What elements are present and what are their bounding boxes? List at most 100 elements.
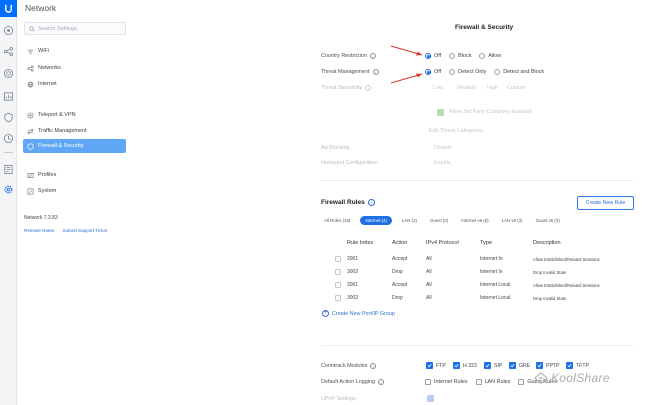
sidebar-item-system[interactable]: System [23, 184, 126, 198]
footer-links: Release Notes Submit Support Ticket [24, 228, 114, 233]
topology-icon[interactable] [3, 46, 14, 57]
table-row[interactable]: 2001 Accept All Internet Local Allow Est… [331, 279, 633, 292]
info-icon[interactable]: i [369, 53, 376, 59]
sidebar-item-label: Traffic Management [38, 128, 87, 134]
sidebar-item-wifi[interactable]: WiFi [23, 44, 126, 58]
create-port-group-link[interactable]: + Create New Port/IP Group [322, 310, 395, 317]
sidebar-item-firewall-security[interactable]: Firewall & Security [23, 139, 126, 153]
tab-lan-v6[interactable]: LAN v6 (3) [499, 216, 526, 225]
support-ticket-link[interactable]: Submit Support Ticket [62, 228, 107, 233]
rule-description: Drop Invalid State [533, 295, 567, 301]
statistics-icon[interactable] [3, 91, 14, 102]
rail-divider [4, 152, 13, 153]
tab-guest-v6[interactable]: Guest v6 (3) [533, 216, 563, 225]
module-pptp-checkbox[interactable]: PPTP [536, 362, 560, 369]
rules-tabs: All Rules (18) Internet (4) LAN (2) Gues… [321, 216, 570, 225]
rule-description: Allow Established/Related Sessions [533, 282, 600, 288]
dashboard-icon[interactable] [3, 25, 14, 36]
module-gre-checkbox[interactable]: GRE [509, 362, 530, 369]
module-tftp-checkbox[interactable]: TFTP [566, 362, 589, 369]
sensitivity-option: Custom [507, 85, 526, 91]
alerts-icon[interactable] [3, 164, 14, 175]
ubiquiti-logo-icon[interactable] [0, 0, 17, 17]
column-header-rule-index[interactable]: Rule Index [347, 240, 373, 246]
tab-internet[interactable]: Internet (4) [360, 216, 392, 225]
rule-description: Allow Established/Related Sessions [533, 256, 600, 262]
shield-icon [27, 142, 34, 150]
row-checkbox[interactable] [335, 256, 341, 262]
annotation-arrow [390, 73, 423, 84]
rule-action: Drop [392, 295, 403, 301]
settings-gear-icon[interactable] [3, 184, 14, 195]
sidebar-item-label: System [38, 188, 57, 194]
radio-allow[interactable]: Allow [479, 53, 501, 59]
rule-protocol: All [426, 295, 432, 301]
sidebar-item-internet[interactable]: Internet [23, 77, 126, 91]
threat-sensitivity-label: Threat Sensitivity i [321, 85, 372, 91]
section-divider [321, 180, 633, 181]
clients-icon[interactable] [3, 68, 14, 79]
sidebar-item-networks[interactable]: Networks [23, 61, 126, 75]
row-checkbox[interactable] [335, 282, 341, 288]
top-bar: Network [17, 0, 660, 17]
module-sip-checkbox[interactable]: SIP [484, 362, 502, 369]
country-restriction-radios: Off Block Allow [425, 53, 509, 59]
logging-internet-rules[interactable]: Internet Rules [425, 379, 468, 385]
dim-setting-label: Ad Blocking [321, 145, 350, 151]
traffic-icon [27, 128, 34, 135]
logging-lan-rules[interactable]: LAN Rules [475, 379, 510, 385]
column-header-protocol[interactable]: IPv4 Protocol [426, 240, 459, 246]
security-icon[interactable] [3, 112, 14, 123]
app-rail [0, 0, 17, 405]
radio-detect-and-block[interactable]: Detect and Block [494, 69, 544, 75]
sidebar-item-label: Profiles [38, 172, 57, 178]
profile-icon [27, 172, 34, 179]
sidebar-item-traffic-management[interactable]: Traffic Management [23, 124, 126, 138]
search-box[interactable] [24, 22, 126, 35]
rule-description: Drop Invalid State [533, 269, 567, 275]
tab-all-rules[interactable]: All Rules (18) [321, 216, 353, 225]
rule-index: 2001 [347, 282, 359, 288]
traffic-icon[interactable] [3, 133, 14, 144]
info-icon[interactable]: i [377, 379, 384, 385]
row-checkbox[interactable] [335, 295, 341, 301]
rule-protocol: All [426, 269, 432, 275]
tab-guest[interactable]: Guest (0) [427, 216, 451, 225]
section-divider [321, 345, 633, 346]
table-row[interactable]: 2001 Accept All Internet In Allow Establ… [331, 253, 633, 266]
create-new-rule-button[interactable]: Create New Rule [577, 196, 634, 210]
rule-type: Internet In [480, 256, 503, 262]
firewall-security-heading: Firewall & Security [455, 24, 514, 31]
rule-action: Drop [392, 269, 403, 275]
search-input[interactable] [38, 25, 123, 32]
sensitivity-option: Medium [457, 85, 477, 91]
radio-block[interactable]: Block [449, 53, 471, 59]
rule-protocol: All [426, 256, 432, 262]
radio-detect-only[interactable]: Detect Only [449, 69, 486, 75]
tab-internet-v6[interactable]: Internet v6 (6) [458, 216, 491, 225]
rule-protocol: All [426, 282, 432, 288]
search-icon [29, 25, 35, 32]
rule-type: Internet Local [480, 282, 511, 288]
column-header-action[interactable]: Action [392, 240, 407, 246]
table-row[interactable]: 3002 Drop All Internet Local Drop Invali… [331, 292, 633, 305]
app-title: Network [25, 3, 57, 13]
third-party-label: Allow 3rd Party Company Enabled [449, 109, 532, 115]
column-header-description[interactable]: Description [533, 240, 561, 246]
upnp-settings-label: UPnP Settings [321, 396, 356, 402]
row-checkbox[interactable] [335, 269, 341, 275]
rule-type: Internet Local [480, 295, 511, 301]
module-ftp-checkbox[interactable]: FTP [426, 362, 446, 369]
column-header-type[interactable]: Type [480, 240, 492, 246]
info-icon[interactable]: i [367, 199, 375, 206]
release-notes-link[interactable]: Release Notes [24, 228, 54, 233]
firewall-rules-heading: Firewall Rules i [321, 199, 375, 206]
table-row[interactable]: 3002 Drop All Internet In Drop Invalid S… [331, 266, 633, 279]
sidebar-item-teleport-vpn[interactable]: Teleport & VPN [23, 108, 126, 122]
sidebar-item-profiles[interactable]: Profiles [23, 168, 126, 182]
info-icon[interactable]: i [370, 363, 377, 369]
module-h323-checkbox[interactable]: H.323 [453, 362, 477, 369]
info-icon[interactable]: i [372, 69, 379, 75]
country-restriction-label: Country Restriction i [321, 53, 376, 59]
tab-lan[interactable]: LAN (2) [399, 216, 420, 225]
